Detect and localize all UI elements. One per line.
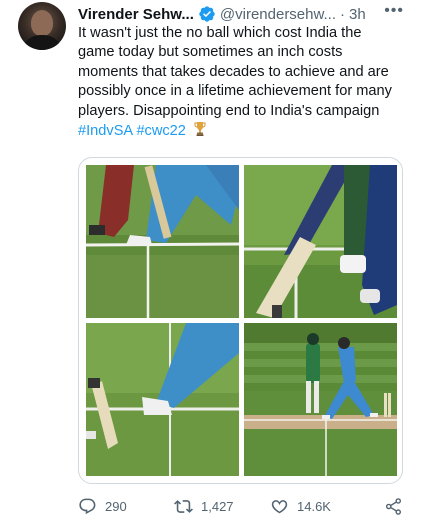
tweet-actions: 290 1,427 14.6K (78, 495, 408, 517)
reply-icon (79, 498, 96, 514)
tweet-time[interactable]: 3h (349, 6, 366, 23)
media-image-bat-crease[interactable] (244, 165, 397, 318)
hashtag-indvsa[interactable]: #IndvSA (78, 123, 132, 139)
tweet-text: It wasn't just the no ball which cost In… (78, 24, 410, 141)
trophy-icon (194, 121, 206, 137)
separator-dot: · (340, 5, 346, 23)
retweet-icon (174, 499, 193, 513)
share-button[interactable] (384, 495, 411, 517)
avatar-face (31, 10, 53, 36)
share-icon (385, 497, 402, 515)
tweet-text-line: It wasn't just the no ball which cost In… (78, 25, 362, 41)
media-grid (78, 157, 403, 484)
tweet-text-line: players. Disappointing end to India's ca… (78, 102, 380, 119)
retweet-button[interactable]: 1,427 (174, 495, 234, 517)
media-image-wide-runout[interactable] (244, 323, 397, 476)
tweet-card[interactable]: Virender Sehw... @virendersehw... · 3h •… (0, 0, 421, 526)
media-image-no-ball-feet[interactable] (86, 165, 239, 318)
author-name[interactable]: Virender Sehw... (78, 6, 194, 23)
retweet-count: 1,427 (201, 498, 234, 514)
tweet-text-line: possibly once in a lifetime achievement … (78, 83, 392, 100)
hashtag-cwc22[interactable]: #cwc22 (136, 123, 185, 139)
tweet-text-line: moments that takes decades to achieve an… (78, 63, 389, 80)
verified-badge-icon (198, 5, 216, 23)
tweet-header: Virender Sehw... @virendersehw... · 3h •… (78, 2, 408, 24)
like-count: 14.6K (297, 498, 331, 514)
heart-icon (271, 499, 288, 513)
author-handle[interactable]: @virendersehw... (220, 6, 336, 23)
reply-count: 290 (105, 498, 127, 514)
avatar-body (22, 35, 62, 50)
like-button[interactable]: 14.6K (270, 495, 331, 517)
reply-button[interactable]: 290 (78, 495, 127, 517)
avatar[interactable] (18, 2, 66, 50)
hashtag-line: #IndvSA #cwc22 (78, 121, 410, 141)
media-image-foot-crease[interactable] (86, 323, 239, 476)
tweet-text-line: game today but sometimes an inch costs (78, 44, 343, 61)
more-options-icon[interactable]: ••• (384, 2, 404, 20)
